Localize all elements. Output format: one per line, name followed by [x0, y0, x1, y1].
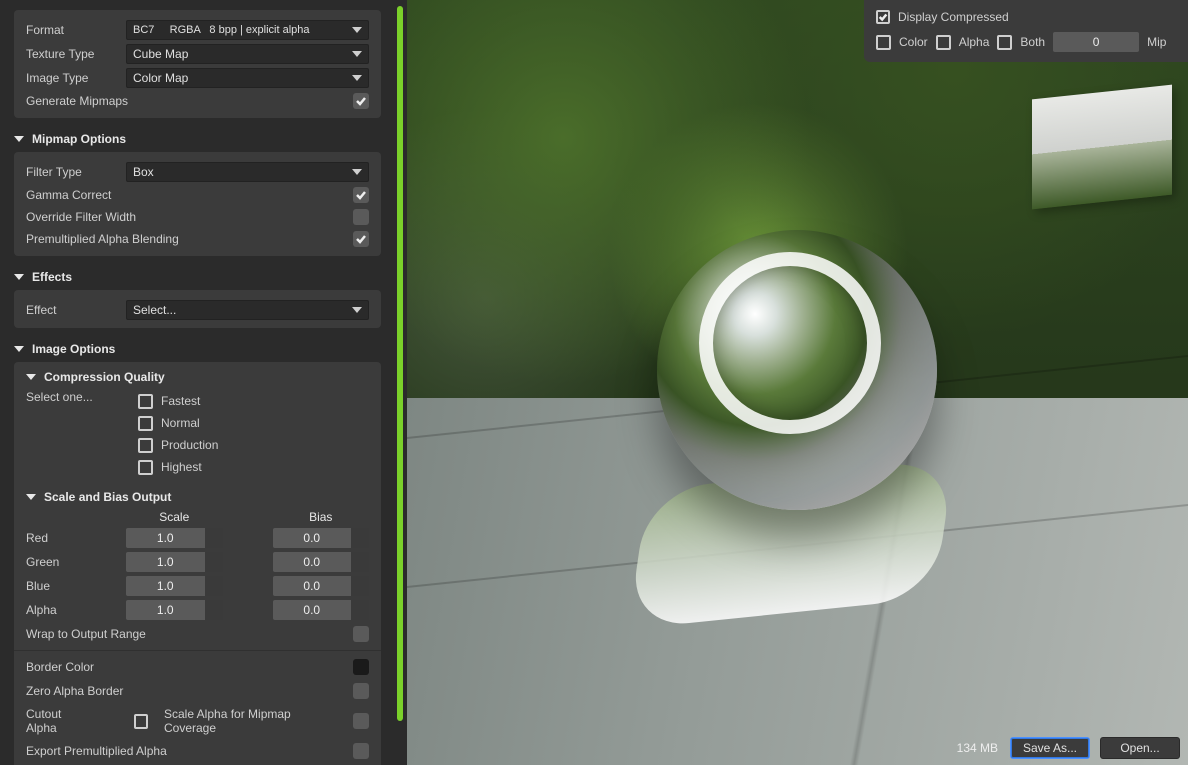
bias-column-header: Bias — [273, 510, 370, 524]
zero-alpha-border-label: Zero Alpha Border — [26, 684, 353, 698]
border-color-label: Border Color — [26, 660, 353, 674]
show-alpha-checkbox[interactable] — [936, 35, 951, 50]
blue-scale-input[interactable]: 1.0 — [126, 576, 223, 596]
effects-section: Effect Select... — [14, 290, 381, 328]
export-premultiplied-alpha-checkbox[interactable] — [353, 743, 369, 759]
format-dropdown[interactable]: BC7 RGBA 8 bpp | explicit alpha — [126, 20, 369, 40]
chevron-down-icon — [352, 307, 362, 313]
format-section: Format BC7 RGBA 8 bpp | explicit alpha T… — [14, 10, 381, 118]
premultiplied-alpha-blend-checkbox[interactable] — [353, 231, 369, 247]
effects-header[interactable]: Effects — [0, 264, 395, 290]
texture-type-dropdown[interactable]: Cube Map — [126, 44, 369, 64]
compression-option-normal[interactable]: Normal — [126, 412, 369, 434]
chevron-down-icon — [14, 346, 24, 352]
chevron-down-icon — [352, 27, 362, 33]
override-filter-width-checkbox[interactable] — [353, 209, 369, 225]
save-as-button[interactable]: Save As... — [1010, 737, 1090, 759]
cutout-alpha-label: Cutout Alpha — [26, 707, 90, 735]
channel-row-alpha: Alpha 1.0 0.0 — [14, 598, 381, 622]
open-button[interactable]: Open... — [1100, 737, 1180, 759]
preview-sphere — [657, 230, 937, 510]
wrap-output-range-checkbox[interactable] — [353, 626, 369, 642]
show-both-checkbox[interactable] — [997, 35, 1012, 50]
red-bias-input[interactable]: 0.0 — [273, 528, 370, 548]
compression-quality-options: Fastest Normal Production Highest — [126, 390, 369, 478]
display-compressed-checkbox[interactable] — [876, 10, 890, 24]
green-scale-input[interactable]: 1.0 — [126, 552, 223, 572]
chevron-down-icon — [14, 274, 24, 280]
alpha-scale-input[interactable]: 1.0 — [126, 600, 223, 620]
chevron-down-icon — [352, 75, 362, 81]
chevron-down-icon — [352, 51, 362, 57]
scale-column-header: Scale — [126, 510, 223, 524]
properties-panel[interactable]: Format BC7 RGBA 8 bpp | explicit alpha T… — [0, 0, 395, 765]
filter-type-label: Filter Type — [26, 165, 126, 179]
check-icon — [355, 233, 367, 245]
green-bias-input[interactable]: 0.0 — [273, 552, 370, 572]
preview-cube — [1032, 84, 1172, 209]
channel-row-blue: Blue 1.0 0.0 — [14, 574, 381, 598]
show-alpha-label: Alpha — [959, 35, 990, 49]
compression-option-highest[interactable]: Highest — [126, 456, 369, 478]
scale-alpha-coverage-checkbox[interactable] — [353, 713, 369, 729]
divider — [14, 650, 381, 651]
chevron-down-icon — [14, 136, 24, 142]
chevron-down-icon — [26, 494, 36, 500]
image-type-label: Image Type — [26, 71, 126, 85]
radio-icon — [138, 460, 153, 475]
compression-option-fastest[interactable]: Fastest — [126, 390, 369, 412]
alpha-bias-input[interactable]: 0.0 — [273, 600, 370, 620]
wrap-output-range-label: Wrap to Output Range — [26, 627, 353, 641]
mip-label: Mip — [1147, 35, 1166, 49]
radio-icon — [138, 438, 153, 453]
compression-quality-header[interactable]: Compression Quality — [14, 366, 381, 388]
generate-mipmaps-checkbox[interactable] — [353, 93, 369, 109]
display-compressed-label: Display Compressed — [898, 10, 1009, 24]
check-icon — [878, 12, 888, 22]
preview-action-bar: 134 MB Save As... Open... — [957, 737, 1180, 759]
preview-display-hud: Display Compressed Color Alpha Both 0 Mi… — [864, 0, 1188, 62]
image-options-header[interactable]: Image Options — [0, 336, 395, 362]
image-options-section: Compression Quality Select one... Fastes… — [14, 362, 381, 765]
chevron-down-icon — [26, 374, 36, 380]
mipmap-options-header[interactable]: Mipmap Options — [0, 126, 395, 152]
scale-alpha-coverage-label: Scale Alpha for Mipmap Coverage — [164, 707, 333, 735]
texture-type-label: Texture Type — [26, 47, 126, 61]
override-filter-width-label: Override Filter Width — [26, 210, 353, 224]
border-color-swatch[interactable] — [353, 659, 369, 675]
cutout-alpha-checkbox[interactable] — [134, 714, 148, 729]
texture-memory-size: 134 MB — [957, 741, 1000, 755]
effect-dropdown[interactable]: Select... — [126, 300, 369, 320]
radio-icon — [138, 394, 153, 409]
scale-bias-header[interactable]: Scale and Bias Output — [14, 486, 381, 508]
zero-alpha-border-checkbox[interactable] — [353, 683, 369, 699]
channel-row-green: Green 1.0 0.0 — [14, 550, 381, 574]
scale-bias-column-headers: Scale Bias — [14, 508, 381, 526]
texture-preview-viewport[interactable]: Display Compressed Color Alpha Both 0 Mi… — [407, 0, 1188, 765]
mipmap-options-section: Filter Type Box Gamma Correct Override F… — [14, 152, 381, 256]
radio-icon — [138, 416, 153, 431]
show-both-label: Both — [1020, 35, 1045, 49]
compression-option-production[interactable]: Production — [126, 434, 369, 456]
chevron-down-icon — [352, 169, 362, 175]
gamma-correct-label: Gamma Correct — [26, 188, 353, 202]
check-icon — [355, 189, 367, 201]
panel-resize-handle[interactable] — [397, 6, 403, 721]
red-scale-input[interactable]: 1.0 — [126, 528, 223, 548]
premultiplied-alpha-blend-label: Premultiplied Alpha Blending — [26, 232, 353, 246]
gamma-correct-checkbox[interactable] — [353, 187, 369, 203]
generate-mipmaps-label: Generate Mipmaps — [26, 94, 353, 108]
channel-row-red: Red 1.0 0.0 — [14, 526, 381, 550]
blue-bias-input[interactable]: 0.0 — [273, 576, 370, 596]
compression-quality-prompt: Select one... — [26, 390, 126, 404]
effect-label: Effect — [26, 303, 126, 317]
show-color-label: Color — [899, 35, 928, 49]
mip-level-input[interactable]: 0 — [1053, 32, 1139, 52]
show-color-checkbox[interactable] — [876, 35, 891, 50]
check-icon — [355, 95, 367, 107]
export-premultiplied-alpha-label: Export Premultiplied Alpha — [26, 744, 353, 758]
format-label: Format — [26, 23, 126, 37]
image-type-dropdown[interactable]: Color Map — [126, 68, 369, 88]
filter-type-dropdown[interactable]: Box — [126, 162, 369, 182]
